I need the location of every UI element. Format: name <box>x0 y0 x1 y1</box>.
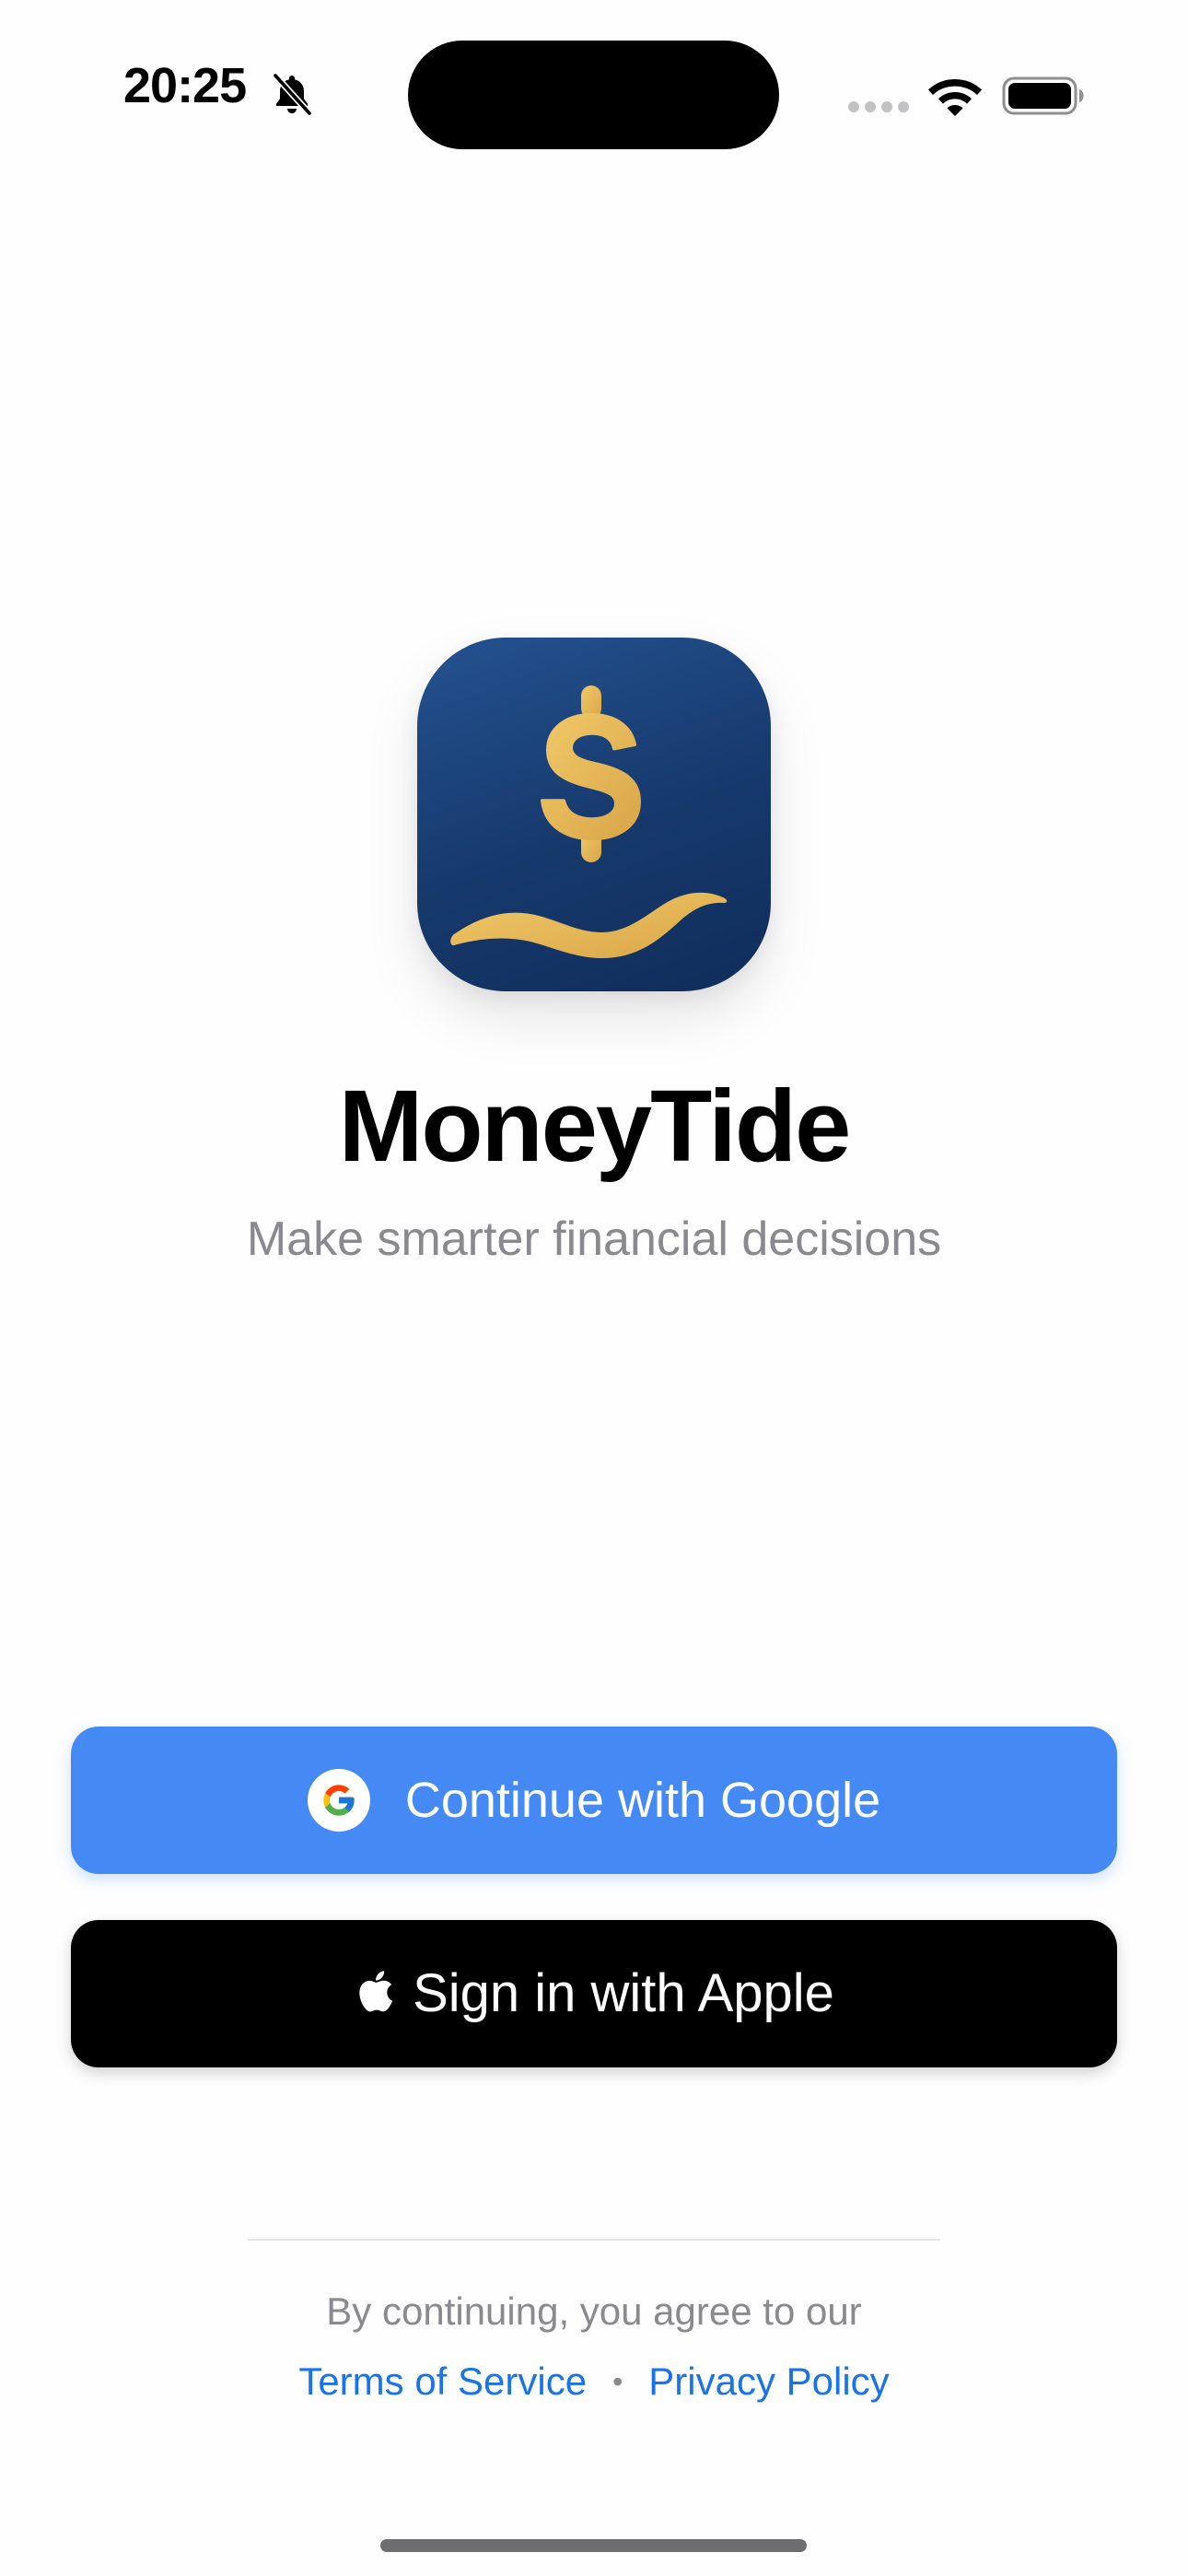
privacy-policy-link[interactable]: Privacy Policy <box>648 2359 889 2405</box>
terms-of-service-link[interactable]: Terms of Service <box>298 2359 587 2405</box>
link-separator: • <box>612 2365 623 2398</box>
legal-links: Terms of Service • Privacy Policy <box>0 2359 1188 2405</box>
bell-slash-icon <box>272 72 313 116</box>
dynamic-island <box>408 41 779 149</box>
divider <box>248 2239 940 2241</box>
login-screen: 20:25 MoneyTide Make smarter financial d… <box>0 0 1188 2576</box>
cellular-dots-icon <box>848 101 909 112</box>
continue-with-google-button[interactable]: Continue with Google <box>71 1727 1117 1874</box>
apple-button-label: Sign in with Apple <box>413 1963 834 2023</box>
home-indicator[interactable] <box>380 2539 807 2552</box>
google-button-label: Continue with Google <box>404 1773 881 1828</box>
battery-full-icon <box>1002 76 1084 115</box>
app-tagline: Make smarter financial decisions <box>246 1212 942 1266</box>
legal-notice: By continuing, you agree to our <box>326 2289 862 2333</box>
apple-logo-icon <box>359 1971 393 2012</box>
sign-in-with-apple-button[interactable]: Sign in with Apple <box>71 1920 1117 2067</box>
wifi-icon <box>928 79 982 116</box>
app-title: MoneyTide <box>338 1070 852 1183</box>
status-time: 20:25 <box>123 58 247 113</box>
app-logo <box>417 638 771 991</box>
google-g-icon <box>307 1769 370 1832</box>
dollar-wave-logo <box>450 685 728 958</box>
